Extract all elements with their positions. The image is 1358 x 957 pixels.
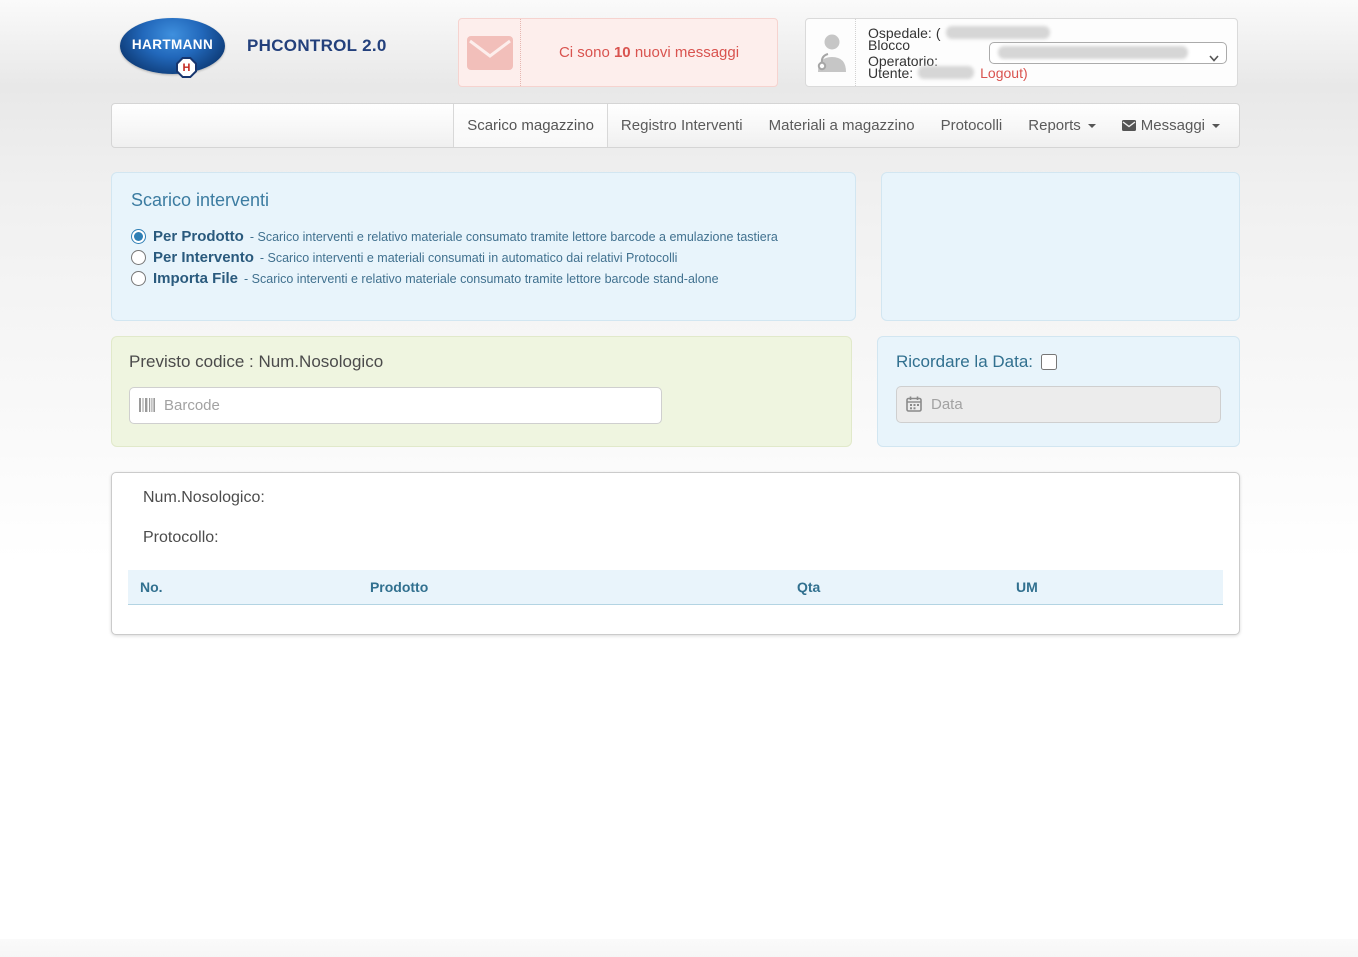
caret-down-icon [1212,123,1220,128]
tab-messaggi[interactable]: Messaggi [1109,104,1233,147]
option-per-intervento[interactable]: Per Intervento - Scarico interventi e ma… [131,247,836,268]
option-importa-file[interactable]: Importa File - Scarico interventi e rela… [131,268,836,289]
date-panel-title: Ricordare la Data: [896,352,1034,371]
per-intervento-desc: - Scarico interventi e materiali consuma… [259,250,678,265]
importa-file-desc: - Scarico interventi e relativo material… [244,271,719,286]
chevron-down-icon [1209,49,1219,65]
logout-link[interactable]: Logout) [980,65,1027,81]
barcode-input[interactable] [129,387,662,424]
products-table-header-row: No. Prodotto Qta UM [128,570,1223,605]
tab-materiali-magazzino[interactable]: Materiali a magazzino [756,104,928,147]
logo-text: HARTMANN [131,36,214,52]
importa-file-radio[interactable] [131,271,146,286]
barcode-panel-title: Previsto codice : Num.Nosologico [129,352,384,371]
per-prodotto-desc: - Scarico interventi e relativo material… [249,229,778,244]
hartmann-badge-icon: H [176,57,197,78]
per-intervento-radio[interactable] [131,250,146,265]
barcode-input-wrap [129,387,662,424]
new-messages-alert: Ci sono 10 nuovi messaggi [458,18,778,87]
importa-file-label[interactable]: Importa File [153,270,238,287]
date-input-wrap [896,386,1221,423]
user-info-lines: Ospedale: ( Blocco Operatorio: Utente: L… [856,19,1237,86]
scarico-interventi-panel: Scarico interventi Per Prodotto - Scaric… [111,172,856,321]
hartmann-logo: HARTMANN H [120,18,225,78]
ospedale-value-redacted [945,26,1050,39]
utente-line: Utente: Logout) [868,63,1227,82]
column-header-prodotto: Prodotto [357,570,785,605]
blocco-line: Blocco Operatorio: [868,37,1227,69]
products-table: No. Prodotto Qta UM [128,570,1223,605]
doctor-icon [806,19,856,86]
blocco-value-redacted [998,46,1189,59]
barcode-panel: Previsto codice : Num.Nosologico [111,336,852,447]
envelope-icon [459,19,521,86]
column-header-um: UM [1003,570,1223,605]
calendar-icon [906,396,922,417]
protocollo-label: Protocollo: [143,529,219,546]
tab-reports[interactable]: Reports [1015,104,1109,147]
per-intervento-label[interactable]: Per Intervento [153,249,254,266]
caret-down-icon [1087,123,1096,128]
utente-label: Utente: [868,64,914,81]
date-input[interactable] [896,386,1221,423]
date-panel: Ricordare la Data: [877,336,1240,447]
option-per-prodotto[interactable]: Per Prodotto - Scarico interventi e rela… [131,226,836,247]
barcode-icon [139,398,155,417]
envelope-icon [1121,120,1136,131]
brand: HARTMANN H PHCONTROL 2.0 [120,18,387,78]
tab-registro-interventi[interactable]: Registro Interventi [608,104,756,147]
column-header-no: No. [128,570,358,605]
remember-date-checkbox[interactable] [1041,354,1058,370]
messages-count-text: Ci sono 10 nuovi messaggi [558,44,740,61]
blocco-operatorio-select[interactable] [989,41,1227,65]
main-nav: Scarico magazzino Registro Interventi Ma… [111,103,1240,148]
empty-info-panel [881,172,1240,321]
user-info-box: Ospedale: ( Blocco Operatorio: Utente: L… [805,18,1238,87]
tab-scarico-magazzino[interactable]: Scarico magazzino [453,104,608,147]
per-prodotto-radio[interactable] [131,229,146,244]
num-nosologico-label: Num.Nosologico: [143,489,265,506]
per-prodotto-label[interactable]: Per Prodotto [153,228,244,245]
page-title: PHCONTROL 2.0 [247,36,387,55]
details-panel: Num.Nosologico: Protocollo: No. Prodotto… [111,472,1240,635]
header: HARTMANN H PHCONTROL 2.0 Ci sono 10 nuov… [111,18,1240,87]
scarico-interventi-title: Scarico interventi [131,190,270,210]
tab-protocolli[interactable]: Protocolli [928,104,1016,147]
column-header-qta: Qta [784,570,1004,605]
utente-value-redacted [918,66,975,79]
messages-count: 10 [613,44,631,61]
page-container: HARTMANN H PHCONTROL 2.0 Ci sono 10 nuov… [111,18,1240,635]
